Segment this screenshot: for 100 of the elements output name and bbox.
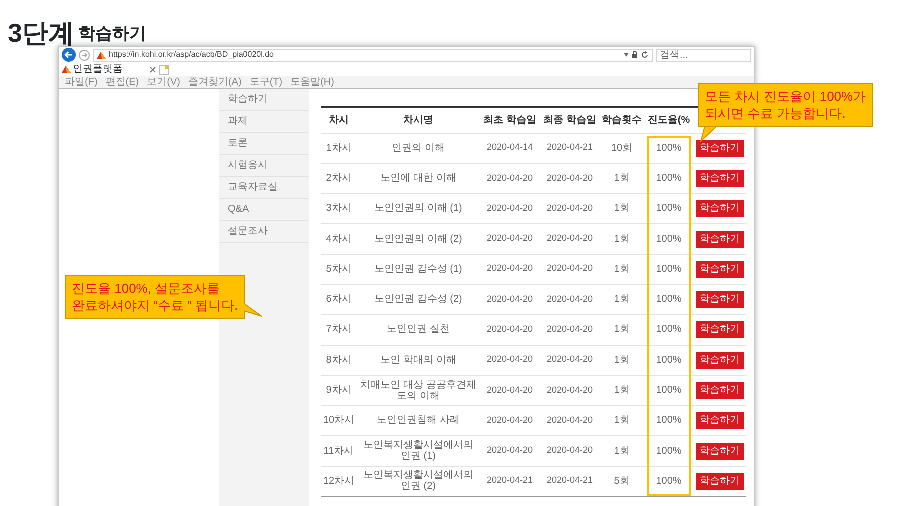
table-cell: 100%: [644, 375, 694, 406]
table-cell: 노인인권침해 사례: [357, 406, 480, 436]
table-cell: 1회: [600, 163, 644, 194]
table-cell: 2020-04-20: [540, 254, 600, 284]
close-icon[interactable]: [150, 66, 156, 72]
dropdown-icon[interactable]: [624, 53, 629, 57]
table-cell: 8차시: [321, 345, 357, 376]
study-button[interactable]: 학습하기: [696, 472, 744, 490]
refresh-icon[interactable]: [641, 51, 649, 59]
sidebar-item[interactable]: Q&A: [219, 199, 309, 221]
study-button[interactable]: 학습하기: [696, 230, 744, 248]
table-cell: 2020-04-20: [540, 375, 600, 406]
table-cell: 10회: [600, 133, 644, 164]
site-logo-icon: [97, 52, 106, 58]
table-cell: 2020-04-20: [540, 314, 600, 346]
table-cell: 2020-04-20: [480, 406, 540, 436]
table-cell: 100%: [644, 314, 694, 346]
table-cell: 100%: [644, 284, 694, 315]
table-cell: 1회: [600, 284, 644, 315]
table-cell: 1회: [600, 224, 644, 254]
column-header: 최종 학습일: [540, 107, 600, 133]
table-cell: 2020-04-20: [480, 436, 540, 466]
column-header: 차시명: [357, 107, 480, 133]
table-cell: 1회: [600, 345, 644, 376]
column-header: 학습횟수: [600, 107, 644, 133]
table-cell: 2020-04-20: [540, 224, 600, 254]
table-cell: 100%: [644, 345, 694, 376]
table-cell: 2020-04-20: [540, 194, 600, 224]
callout: 모든 차시 진도율이 100%가 되시면 수료 가능합니다.: [698, 83, 874, 127]
address-bar[interactable]: https://in.kohi.or.kr/asp/ac/acb/BD_pia0020l.do: [93, 48, 653, 62]
table-cell: 6차시: [321, 284, 357, 315]
sidebar-item[interactable]: 학습하기: [219, 89, 309, 111]
study-button[interactable]: 학습하기: [696, 200, 744, 218]
table-cell: 2020-04-20: [480, 254, 540, 284]
study-button[interactable]: 학습하기: [696, 321, 744, 338]
study-button[interactable]: 학습하기: [696, 382, 744, 400]
table-cell: 4차시: [321, 224, 357, 254]
table-cell: 100%: [644, 194, 694, 224]
table-cell: 9차시: [321, 375, 357, 406]
table-cell: 노인인권의 이해 (2): [357, 224, 480, 254]
menu-item[interactable]: 즐겨찾기(A): [188, 76, 242, 88]
study-button[interactable]: 학습하기: [696, 260, 744, 278]
menu-item[interactable]: 파일(F): [65, 76, 98, 88]
table-cell: 노인에 대한 이해: [357, 163, 480, 194]
back-icon[interactable]: [62, 48, 76, 62]
sidebar-item[interactable]: 토론: [219, 133, 309, 155]
study-button[interactable]: 학습하기: [696, 291, 744, 308]
table-cell: 100%: [644, 133, 694, 164]
menu-item[interactable]: 도구(T): [250, 76, 283, 88]
study-button[interactable]: 학습하기: [696, 352, 744, 369]
site-logo-icon: [62, 66, 71, 73]
sidebar-item[interactable]: 교육자료실: [219, 177, 309, 199]
table-cell: 10차시: [321, 406, 357, 436]
table-cell: 2020-04-14: [480, 133, 540, 164]
table-cell: 노인인권 감수성 (2): [357, 284, 480, 315]
table-cell: 5차시: [321, 254, 357, 284]
table-cell: 노인인권의 이해 (1): [357, 194, 480, 224]
sidebar-item[interactable]: 시험응시: [219, 155, 309, 177]
study-button[interactable]: 학습하기: [696, 442, 744, 460]
table-cell: 2020-04-20: [540, 436, 600, 466]
table-cell: 100%: [644, 224, 694, 254]
menu-item[interactable]: 보기(V): [147, 76, 180, 88]
table-cell: 100%: [644, 254, 694, 284]
table-cell: 12차시: [321, 466, 357, 497]
table-cell: 2020-04-20: [480, 375, 540, 406]
table-cell: 11차시: [321, 436, 357, 466]
table-cell: 3차시: [321, 194, 357, 224]
menu-item[interactable]: 편집(E): [106, 76, 140, 88]
sidebar-item[interactable]: 설문조사: [219, 221, 309, 243]
table-cell: 2차시: [321, 163, 357, 194]
table-cell: 1회: [600, 314, 644, 346]
table-cell: 5회: [600, 466, 644, 497]
column-header: 차시: [321, 107, 357, 133]
table-cell: 1차시: [321, 133, 357, 164]
table-cell: 2020-04-20: [540, 406, 600, 436]
page-title: 학습하기: [78, 22, 146, 44]
search-field[interactable]: 검색...: [656, 48, 751, 62]
column-header: 진도율(%: [644, 107, 694, 133]
table-cell: 1회: [600, 406, 644, 436]
table-cell: 1회: [600, 194, 644, 224]
table-cell: 인권의 이해: [357, 133, 480, 164]
study-button[interactable]: 학습하기: [696, 412, 744, 430]
table-cell: 2020-04-21: [540, 133, 600, 164]
table-cell: 2020-04-20: [480, 194, 540, 224]
menu-item[interactable]: 도움말(H): [290, 76, 334, 88]
table-cell: 2020-04-20: [540, 345, 600, 376]
table-cell: 100%: [644, 466, 694, 497]
table-cell: 노인복지생활시설에서의 인권 (2): [357, 466, 480, 497]
table-cell: 2020-04-21: [540, 466, 600, 497]
browser-tab[interactable]: 인권플랫폼: [62, 64, 147, 76]
table-cell: 1회: [600, 436, 644, 466]
table-cell: 노인인권 감수성 (1): [357, 254, 480, 284]
sidebar-item[interactable]: 과제: [219, 111, 309, 133]
study-button[interactable]: 학습하기: [696, 140, 744, 157]
table-cell: 노인복지생활시설에서의 인권 (1): [357, 436, 480, 466]
callout: 진도율 100%, 설문조사를 완료하셔야지 “수료 ” 됩니다.: [65, 275, 246, 319]
study-button[interactable]: 학습하기: [696, 170, 744, 187]
lock-icon: [632, 51, 638, 59]
table-cell: 2020-04-20: [480, 345, 540, 376]
table-cell: 2020-04-20: [540, 163, 600, 194]
